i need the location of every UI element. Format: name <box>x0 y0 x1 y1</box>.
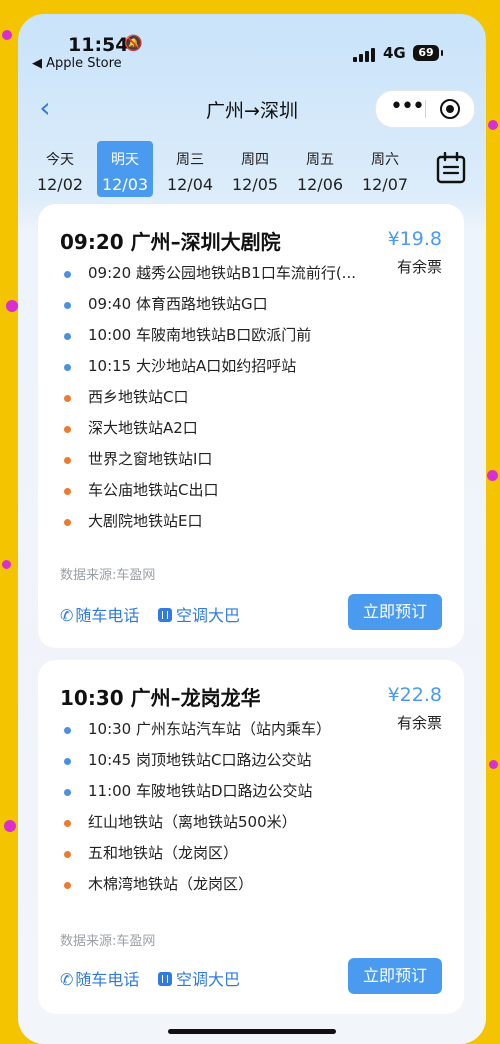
date-selector: 今天 12/02 明天 12/03 周三 12/04 周四 12/05 周五 1… <box>32 141 432 197</box>
battery-icon: 69 <box>413 45 439 61</box>
date-tab-date: 12/02 <box>36 175 84 194</box>
date-tab-tomorrow[interactable]: 明天 12/03 <box>97 141 153 197</box>
stop-alighting: 红山地铁站（离地铁站500米） <box>64 807 384 838</box>
stop-boarding: 11:00 车陂地铁站D口路边公交站 <box>64 776 384 807</box>
background-dot <box>488 120 498 130</box>
background-dot <box>2 30 12 40</box>
stop-alighting: 大剧院地铁站E口 <box>64 506 384 537</box>
bus-icon <box>158 608 172 622</box>
trip-price: ¥22.8 <box>387 684 442 706</box>
stop-alighting: 西乡地铁站C口 <box>64 382 384 413</box>
trip-route: 09:20 广州–深圳大剧院 <box>60 230 281 254</box>
trip-route: 10:30 广州–龙岗龙华 <box>60 686 261 710</box>
date-tab-date: 12/04 <box>166 175 214 194</box>
background-dot <box>2 560 11 569</box>
data-source: 数据来源:车盈网 <box>60 934 156 949</box>
background-dot <box>6 300 18 312</box>
ticket-availability: 有余票 <box>396 714 442 732</box>
signal-icon <box>353 46 377 62</box>
date-tab-fri[interactable]: 周五 12/06 <box>292 141 348 197</box>
background-dot <box>489 760 498 769</box>
stop-alighting: 车公庙地铁站C出口 <box>64 475 384 506</box>
date-tab-date: 12/05 <box>231 175 279 194</box>
stop-boarding: 10:45 岗顶地铁站C口路边公交站 <box>64 745 384 776</box>
ac-bus-label: 空调大巴 <box>176 970 241 989</box>
ac-bus-link[interactable]: 空调大巴 <box>158 602 240 626</box>
stop-alighting: 深大地铁站A2口 <box>64 413 384 444</box>
network-type: 4G <box>383 44 406 62</box>
capsule-divider <box>425 100 426 118</box>
phone-icon: ✆ <box>60 970 74 989</box>
ac-bus-link[interactable]: 空调大巴 <box>158 966 240 990</box>
status-bar: 11:54 🔕 ◀ Apple Store 4G 69 <box>18 14 486 84</box>
mini-program-capsule: ••• <box>375 90 475 128</box>
book-now-button[interactable]: 立即预订 <box>348 594 442 630</box>
date-tab-today[interactable]: 今天 12/02 <box>32 141 88 197</box>
status-time: 11:54 <box>68 34 129 56</box>
onboard-phone-link[interactable]: ✆ 随车电话 <box>60 602 139 626</box>
date-tab-wed[interactable]: 周三 12/04 <box>162 141 218 197</box>
trip-card[interactable]: 09:20 广州–深圳大剧院 ¥19.8 有余票 09:20 越秀公园地铁站B1… <box>38 204 464 648</box>
book-now-button[interactable]: 立即预订 <box>348 958 442 994</box>
stop-list: 09:20 越秀公园地铁站B1口车流前行(... 09:40 体育西路地铁站G口… <box>64 258 384 537</box>
phone-screen: 11:54 🔕 ◀ Apple Store 4G 69 ‹ 广州→深圳 ••• … <box>18 14 486 1044</box>
date-tab-sat[interactable]: 周六 12/07 <box>357 141 413 197</box>
calendar-icon[interactable] <box>436 152 466 184</box>
stop-boarding: 10:15 大沙地站A口如约招呼站 <box>64 351 384 382</box>
more-icon[interactable]: ••• <box>390 96 425 118</box>
date-tab-date: 12/06 <box>296 175 344 194</box>
date-tab-date: 12/03 <box>101 175 149 194</box>
date-tab-day: 周六 <box>371 152 399 168</box>
trip-card[interactable]: 10:30 广州–龙岗龙华 ¥22.8 有余票 10:30 广州东站汽车站（站内… <box>38 660 464 1014</box>
data-source: 数据来源:车盈网 <box>60 568 156 583</box>
mute-bell-icon: 🔕 <box>124 34 143 52</box>
date-tab-date: 12/07 <box>361 175 409 194</box>
home-indicator <box>168 1029 336 1034</box>
background-dot <box>4 820 16 832</box>
ac-bus-label: 空调大巴 <box>176 606 241 625</box>
bus-icon <box>158 972 172 986</box>
back-to-app-link[interactable]: ◀ Apple Store <box>32 56 122 71</box>
date-tab-day: 明天 <box>111 152 139 168</box>
stop-boarding: 10:30 广州东站汽车站（站内乘车） <box>64 714 384 745</box>
stop-list: 10:30 广州东站汽车站（站内乘车） 10:45 岗顶地铁站C口路边公交站 1… <box>64 714 384 900</box>
background-dot <box>487 470 498 481</box>
date-tab-day: 周四 <box>241 152 269 168</box>
onboard-phone-label: 随车电话 <box>75 606 140 625</box>
onboard-phone-link[interactable]: ✆ 随车电话 <box>60 966 139 990</box>
date-tab-thu[interactable]: 周四 12/05 <box>227 141 283 197</box>
battery-tip <box>441 50 443 56</box>
date-tab-day: 今天 <box>46 152 74 168</box>
stop-alighting: 木棉湾地铁站（龙岗区） <box>64 869 384 900</box>
date-tab-day: 周五 <box>306 152 334 168</box>
onboard-phone-label: 随车电话 <box>75 970 140 989</box>
stop-alighting: 世界之窗地铁站I口 <box>64 444 384 475</box>
stop-boarding: 10:00 车陂南地铁站B口欧派门前 <box>64 320 384 351</box>
nav-bar: ‹ 广州→深圳 ••• <box>18 88 486 132</box>
date-tab-day: 周三 <box>176 152 204 168</box>
ticket-availability: 有余票 <box>396 258 442 276</box>
stop-boarding: 09:20 越秀公园地铁站B1口车流前行(... <box>64 258 384 289</box>
stop-boarding: 09:40 体育西路地铁站G口 <box>64 289 384 320</box>
stop-alighting: 五和地铁站（龙岗区） <box>64 838 384 869</box>
trip-price: ¥19.8 <box>387 228 442 250</box>
close-target-icon[interactable] <box>440 99 460 119</box>
phone-icon: ✆ <box>60 606 74 625</box>
